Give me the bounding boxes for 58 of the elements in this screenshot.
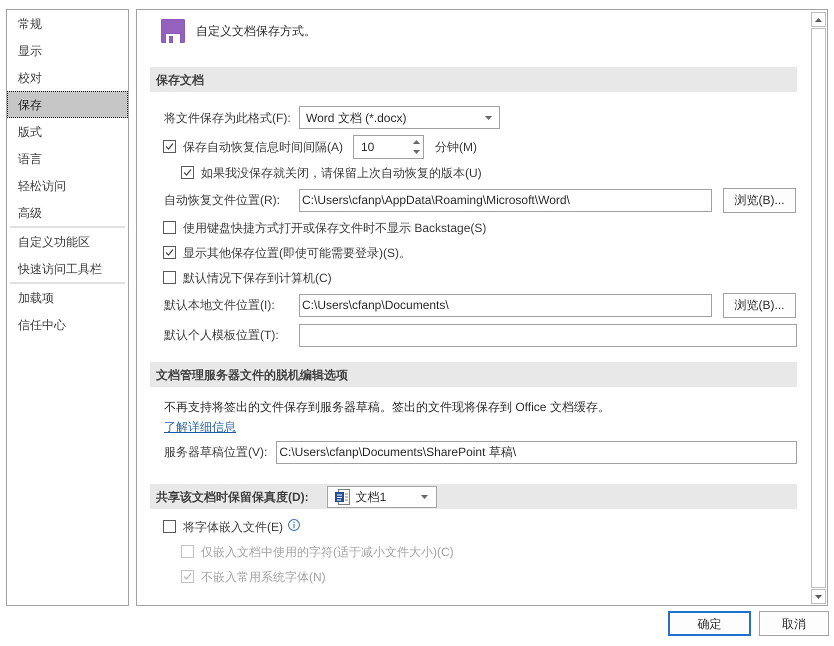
info-text: 不再支持将签出的文件保存到服务器草稿。签出的文件现将保存到 Office 文档缓存。 bbox=[164, 399, 610, 416]
down-arrow-icon bbox=[815, 594, 822, 598]
caret-icon bbox=[420, 494, 428, 498]
field-label: 将文件保存为此格式(F): bbox=[164, 110, 292, 126]
sidebar-item[interactable]: 自定义功能区 bbox=[7, 228, 128, 255]
learn-more-link[interactable]: 了解详细信息 bbox=[164, 418, 236, 436]
sidebar-item[interactable]: 常规 bbox=[7, 10, 128, 37]
checkbox[interactable] bbox=[163, 271, 176, 284]
field-label: 服务器草稿位置(V): bbox=[164, 444, 268, 461]
section-title: 保存文档 bbox=[156, 72, 204, 88]
section-title: 文档管理服务器文件的脱机编辑选项 bbox=[156, 366, 348, 384]
number-field[interactable]: 10 bbox=[353, 134, 424, 158]
caret-icon bbox=[485, 116, 492, 120]
document-dropdown[interactable]: 文档1 bbox=[326, 486, 437, 508]
checkbox-label: 不嵌入常用系统字体(N) bbox=[201, 568, 326, 586]
browse-button[interactable]: 浏览(B)... bbox=[723, 188, 796, 212]
scroll-down-button[interactable] bbox=[811, 589, 826, 604]
dialog-button[interactable]: 确定 bbox=[668, 611, 751, 636]
sidebar-item[interactable]: 保存 bbox=[7, 91, 128, 118]
checkbox-label: 使用键盘快捷方式打开或保存文件时不显示 Backstage(S) bbox=[183, 220, 486, 236]
checkbox-label: 仅嵌入文档中使用的字符(适于减小文件大小)(C) bbox=[201, 544, 454, 560]
sidebar-item[interactable]: 校对 bbox=[7, 64, 128, 91]
sidebar-item[interactable]: 信任中心 bbox=[7, 311, 128, 338]
checkbox[interactable] bbox=[163, 246, 176, 259]
sidebar-item[interactable]: 加载项 bbox=[7, 284, 128, 311]
checkbox-label: 将字体嵌入文件(E) bbox=[183, 518, 283, 536]
section-title: 共享该文档时保留保真度(D): bbox=[156, 488, 309, 506]
sidebar-item[interactable]: 高级 bbox=[7, 199, 128, 226]
page-title: 自定义文档保存方式。 bbox=[196, 23, 316, 40]
scrollbar-thumb[interactable] bbox=[811, 28, 826, 588]
sidebar-item[interactable]: 版式 bbox=[7, 118, 128, 145]
field-label: 自动恢复文件位置(R): bbox=[164, 192, 281, 209]
path-field[interactable]: C:\Users\cfanp\Documents\ bbox=[299, 294, 712, 316]
sidebar-item[interactable]: 显示 bbox=[7, 37, 128, 64]
path-field[interactable] bbox=[299, 324, 797, 346]
unit-label: 分钟(M) bbox=[435, 138, 477, 156]
format-dropdown[interactable]: Word 文档 (*.docx) bbox=[299, 106, 500, 129]
checkbox[interactable] bbox=[163, 140, 176, 153]
up-arrow-icon bbox=[815, 18, 822, 22]
checkbox[interactable] bbox=[163, 520, 176, 533]
field-label: 默认个人模板位置(T): bbox=[164, 327, 280, 344]
checkbox-label: 保存自动恢复信息时间间隔(A) bbox=[183, 138, 343, 156]
path-field[interactable]: C:\Users\cfanp\Documents\SharePoint 草稿\ bbox=[276, 440, 797, 464]
sidebar-item[interactable]: 轻松访问 bbox=[7, 172, 128, 199]
checkbox-label: 默认情况下保存到计算机(C) bbox=[183, 270, 332, 286]
checkbox[interactable] bbox=[181, 166, 194, 179]
spin-arrows-icon bbox=[413, 140, 420, 154]
browse-button[interactable]: 浏览(B)... bbox=[723, 292, 796, 318]
checkbox-label: 显示其他保存位置(即使可能需要登录)(S)。 bbox=[183, 244, 411, 262]
sidebar-item[interactable]: 快速访问工具栏 bbox=[7, 255, 128, 282]
path-field[interactable]: C:\Users\cfanp\AppData\Roaming\Microsoft\Word\ bbox=[299, 188, 712, 212]
scroll-up-button[interactable] bbox=[811, 12, 826, 27]
dialog-button[interactable]: 取消 bbox=[759, 611, 829, 636]
checkbox-label: 如果我没保存就关闭，请保留上次自动恢复的版本(U) bbox=[201, 164, 482, 182]
document-icon bbox=[334, 488, 350, 504]
checkbox[interactable] bbox=[163, 221, 176, 234]
sidebar-item[interactable]: 语言 bbox=[7, 145, 128, 172]
field-label: 默认本地文件位置(I): bbox=[164, 297, 276, 314]
